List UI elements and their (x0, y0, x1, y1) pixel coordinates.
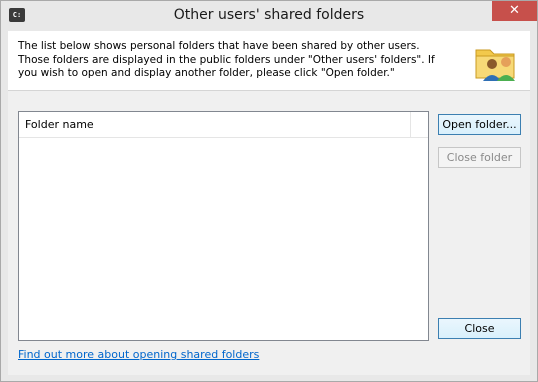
dialog-content: Folder name Open folder... Close folder … (8, 91, 530, 375)
close-button[interactable]: Close (438, 318, 521, 339)
shared-folders-list[interactable]: Folder name (18, 111, 429, 341)
column-header-folder-name[interactable]: Folder name (19, 112, 411, 137)
window-close-button[interactable]: ✕ (492, 1, 537, 21)
dialog-window: C: Other users' shared folders ✕ The lis… (0, 0, 538, 382)
help-link[interactable]: Find out more about opening shared folde… (18, 348, 259, 361)
info-text: The list below shows personal folders th… (18, 40, 435, 79)
info-panel: The list below shows personal folders th… (8, 31, 530, 91)
column-header-filler (411, 112, 428, 137)
title-bar[interactable]: C: Other users' shared folders ✕ (1, 1, 537, 31)
window-title: Other users' shared folders (173, 7, 365, 23)
list-header: Folder name (19, 112, 428, 138)
close-folder-button[interactable]: Close folder (438, 147, 521, 168)
open-folder-button[interactable]: Open folder... (438, 114, 521, 135)
folder-with-users-icon (475, 49, 515, 81)
